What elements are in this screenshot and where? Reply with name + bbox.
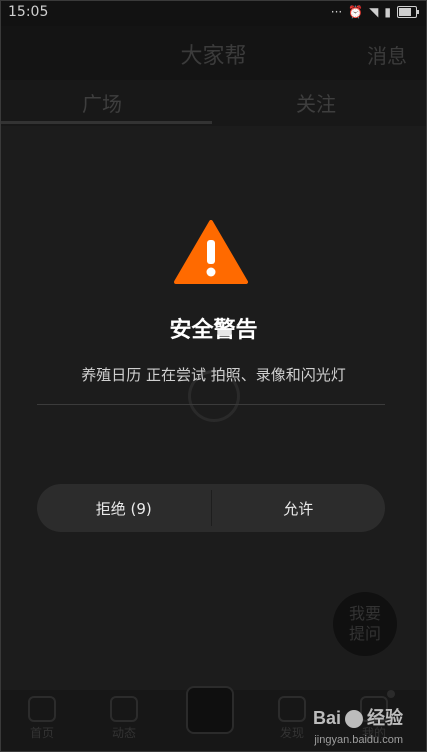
ask-question-button[interactable]: 我要 提问 (333, 592, 397, 656)
status-bar: 15:05 ··· ⏰ ◥ ▮ (0, 0, 427, 26)
nav-discover[interactable]: 发现 (264, 696, 320, 741)
messages-link[interactable]: 消息 (367, 40, 407, 69)
nav-feed[interactable]: 动态 (96, 696, 152, 741)
nav-center-icon[interactable] (186, 686, 234, 734)
watermark-brand-right: 经验 (367, 708, 403, 728)
dialog-divider (37, 404, 385, 405)
feed-icon (110, 696, 138, 722)
nav-feed-label: 动态 (111, 726, 136, 740)
nav-discover-label: 发现 (279, 726, 304, 740)
watermark-url: jingyan.baidu.com (314, 734, 403, 746)
tab-bar: 广场 关注 (0, 80, 427, 126)
watermark-brand-left: Bai (312, 708, 341, 728)
deny-button[interactable]: 拒绝 (9) (37, 484, 211, 532)
app-header: 大家帮 消息 (0, 26, 427, 80)
baidu-watermark: Bai 经验 jingyan.baidu.com (313, 704, 403, 746)
wifi-icon: ◥ (369, 5, 379, 19)
signal-icon: ▮ (384, 5, 391, 19)
paw-icon (345, 710, 363, 729)
tab-follow[interactable]: 关注 (296, 88, 336, 117)
nav-home[interactable]: 首页 (14, 696, 70, 741)
status-time: 15:05 (8, 4, 49, 20)
discover-icon (278, 696, 306, 722)
tab-underline (0, 121, 212, 124)
notification-dot (387, 690, 395, 698)
tab-square[interactable]: 广场 (82, 88, 122, 117)
alarm-icon: ⏰ (348, 5, 364, 19)
dialog-title: 安全警告 (169, 318, 258, 343)
page-title: 大家帮 (180, 44, 247, 69)
dialog-button-group: 拒绝 (9) 允许 (37, 484, 385, 532)
home-icon (28, 696, 56, 722)
warning-icon (174, 220, 248, 284)
status-icons: ··· ⏰ ◥ ▮ (330, 5, 419, 19)
allow-button[interactable]: 允许 (212, 484, 386, 532)
dialog-message: 养殖日历 正在尝试 拍照、录像和闪光灯 (81, 366, 346, 384)
ask-line1: 我要 (348, 604, 381, 623)
ask-line2: 提问 (348, 624, 381, 643)
battery-icon (397, 6, 419, 18)
more-icon: ··· (330, 5, 343, 19)
nav-home-label: 首页 (29, 726, 54, 740)
